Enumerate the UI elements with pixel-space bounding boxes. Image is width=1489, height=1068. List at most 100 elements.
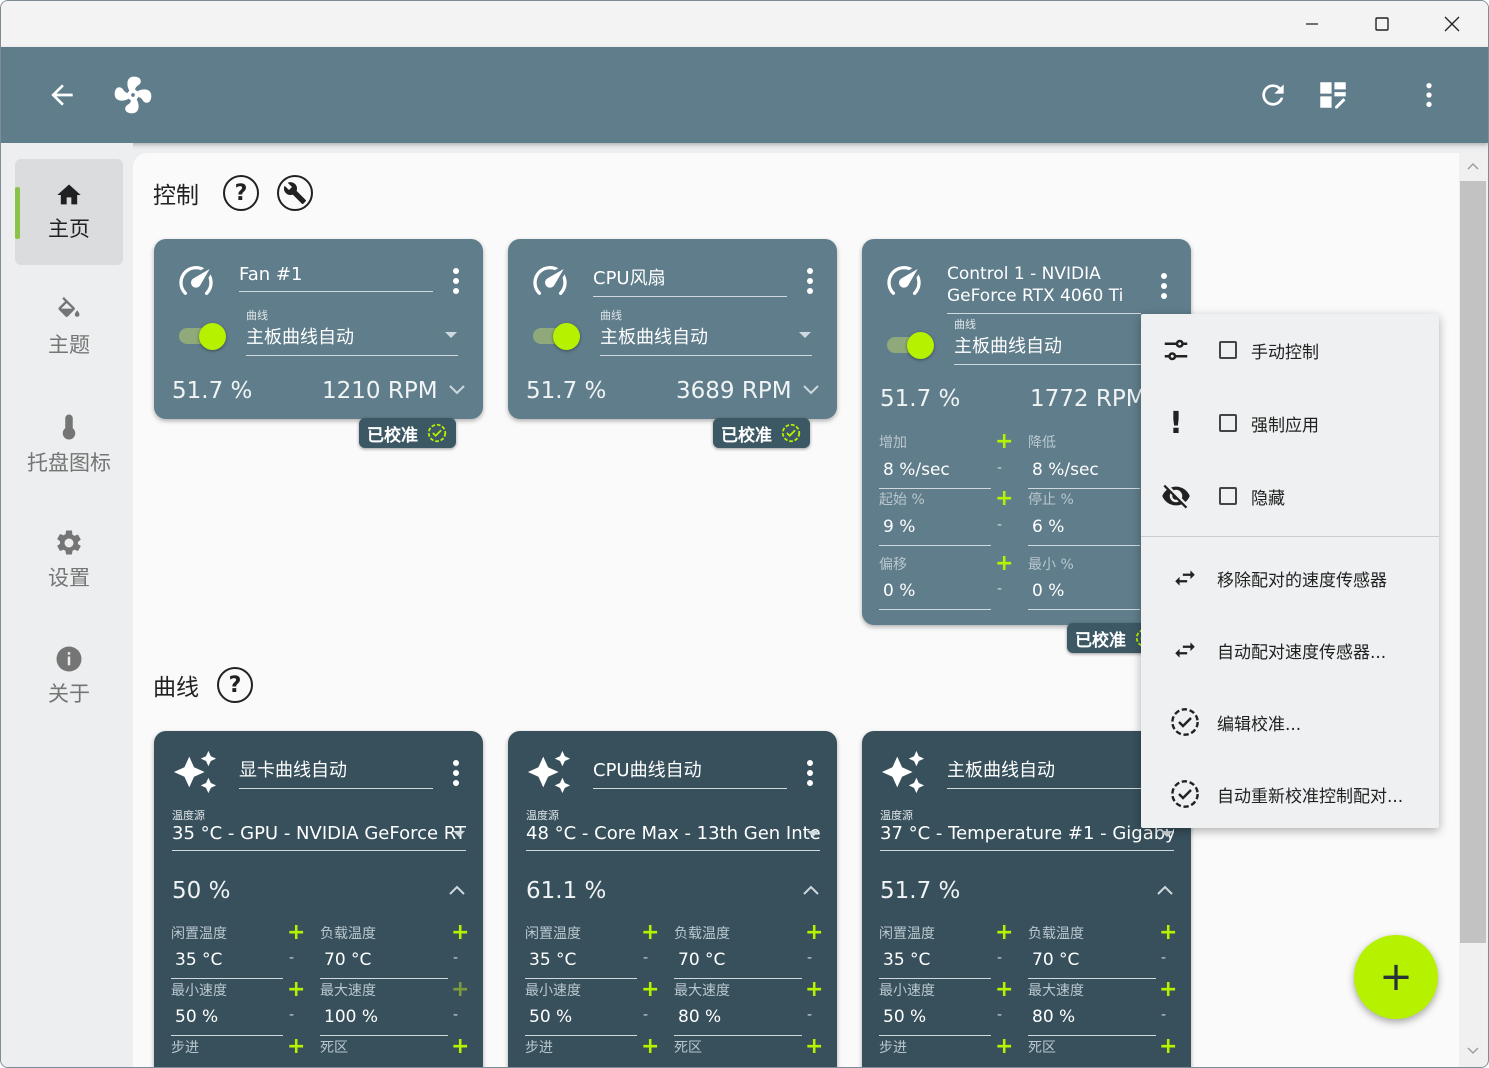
expand-chevron-icon[interactable] <box>448 384 466 396</box>
control-menu-button[interactable] <box>807 268 813 294</box>
menu-item-force-apply[interactable]: ! 强制应用 <box>1141 393 1439 453</box>
control-menu-button[interactable] <box>453 268 459 294</box>
dashboard-edit-button[interactable] <box>1309 71 1357 119</box>
max-speed-minus-button[interactable]: - <box>1161 1007 1166 1023</box>
nav-item-theme[interactable]: 主题 <box>15 275 123 381</box>
control-enable-toggle[interactable] <box>179 323 227 350</box>
field-value-offset[interactable]: 0 % <box>879 581 991 610</box>
add-button[interactable]: + <box>1354 935 1438 1019</box>
controls-tools-button[interactable] <box>277 175 313 211</box>
idle-temp-plus-button[interactable]: + <box>995 922 1013 944</box>
field-value-min-speed[interactable]: 50 % <box>879 1007 991 1036</box>
temperature-source-select[interactable]: 35 °C - GPU - NVIDIA GeForce RTX 4060 Ti <box>172 823 466 851</box>
field-value-increase[interactable]: 8 %/sec <box>879 460 991 489</box>
collapse-chevron-icon[interactable] <box>802 884 820 896</box>
field-value-min-speed[interactable]: 50 % <box>171 1007 283 1036</box>
increase-minus-button[interactable]: - <box>997 460 1002 476</box>
deadband-plus-button[interactable]: + <box>451 1036 469 1058</box>
field-value-start[interactable]: 9 % <box>879 517 991 546</box>
scroll-down-icon[interactable] <box>1466 1046 1480 1056</box>
start-minus-button[interactable]: - <box>997 517 1002 533</box>
curve-select[interactable]: 主板曲线自动 <box>600 323 812 356</box>
field-value-idle-temp[interactable]: 35 °C <box>525 950 637 979</box>
deadband-plus-button[interactable]: + <box>805 1036 823 1058</box>
manual-control-checkbox[interactable] <box>1219 341 1237 359</box>
curve-select[interactable]: 主板曲线自动 <box>954 332 1166 365</box>
menu-item-edit-calibration[interactable]: 编辑校准... <box>1141 692 1439 752</box>
increase-plus-button[interactable]: + <box>995 431 1013 453</box>
close-button[interactable] <box>1417 1 1487 47</box>
field-value-load-temp[interactable]: 70 °C <box>320 950 448 979</box>
curve-name[interactable]: 显卡曲线自动 <box>239 756 433 789</box>
curve-name[interactable]: 主板曲线自动 <box>947 756 1141 789</box>
expand-chevron-icon[interactable] <box>802 384 820 396</box>
min-speed-plus-button[interactable]: + <box>995 979 1013 1001</box>
field-value-decrease[interactable]: 8 %/sec <box>1028 460 1140 489</box>
temperature-source-select[interactable]: 48 °C - Core Max - 13th Gen Intel Core <box>526 823 820 851</box>
field-value-stop[interactable]: 6 % <box>1028 517 1140 546</box>
idle-temp-plus-button[interactable]: + <box>287 922 305 944</box>
temperature-source-select[interactable]: 37 °C - Temperature #1 - Gigabyte <box>880 823 1174 851</box>
maximize-button[interactable] <box>1347 1 1417 47</box>
load-temp-plus-button[interactable]: + <box>805 922 823 944</box>
control-enable-toggle[interactable] <box>887 332 935 359</box>
collapse-chevron-icon[interactable] <box>1156 884 1174 896</box>
field-value-min-speed[interactable]: 50 % <box>525 1007 637 1036</box>
scrollbar-thumb[interactable] <box>1460 181 1486 943</box>
menu-item-hide[interactable]: 隐藏 <box>1141 466 1439 526</box>
min-speed-minus-button[interactable]: - <box>643 1007 648 1023</box>
step-plus-button[interactable]: + <box>287 1036 305 1058</box>
max-speed-plus-button[interactable]: + <box>805 979 823 1001</box>
control-card-cpu-fan[interactable]: CPU风扇 曲线 主板曲线自动 51.7 % 3689 RPM <box>508 239 837 419</box>
offset-plus-button[interactable]: + <box>995 553 1013 575</box>
field-value-idle-temp[interactable]: 35 °C <box>879 950 991 979</box>
load-temp-minus-button[interactable]: - <box>453 950 458 966</box>
force-apply-checkbox[interactable] <box>1219 414 1237 432</box>
idle-temp-minus-button[interactable]: - <box>997 950 1002 966</box>
load-temp-minus-button[interactable]: - <box>807 950 812 966</box>
control-menu-button[interactable] <box>1161 273 1167 299</box>
back-button[interactable] <box>38 71 86 119</box>
field-value-max-speed[interactable]: 80 % <box>674 1007 802 1036</box>
max-speed-minus-button[interactable]: - <box>453 1007 458 1023</box>
max-speed-plus-button[interactable]: + <box>1159 979 1177 1001</box>
load-temp-plus-button[interactable]: + <box>451 922 469 944</box>
min-speed-minus-button[interactable]: - <box>997 1007 1002 1023</box>
menu-item-manual-control[interactable]: 手动控制 <box>1141 320 1439 380</box>
curves-help-button[interactable]: ? <box>217 667 253 703</box>
field-value-load-temp[interactable]: 70 °C <box>1028 950 1156 979</box>
min-speed-plus-button[interactable]: + <box>287 979 305 1001</box>
field-value-max-speed[interactable]: 80 % <box>1028 1007 1156 1036</box>
nav-item-about[interactable]: 关于 <box>15 623 123 729</box>
step-plus-button[interactable]: + <box>641 1036 659 1058</box>
field-value-min[interactable]: 0 % <box>1028 581 1140 610</box>
control-name[interactable]: CPU风扇 <box>593 264 787 297</box>
controls-help-button[interactable]: ? <box>223 175 259 211</box>
curve-menu-button[interactable] <box>807 760 813 786</box>
idle-temp-minus-button[interactable]: - <box>643 950 648 966</box>
load-temp-plus-button[interactable]: + <box>1159 922 1177 944</box>
control-enable-toggle[interactable] <box>533 323 581 350</box>
curve-select[interactable]: 主板曲线自动 <box>246 323 458 356</box>
refresh-button[interactable] <box>1249 71 1297 119</box>
control-name[interactable]: Control 1 - NVIDIA GeForce RTX 4060 Ti <box>947 263 1141 314</box>
nav-item-home[interactable]: 主页 <box>15 159 123 265</box>
idle-temp-minus-button[interactable]: - <box>289 950 294 966</box>
step-plus-button[interactable]: + <box>995 1036 1013 1058</box>
control-name[interactable]: Fan #1 <box>239 264 433 292</box>
curve-name[interactable]: CPU曲线自动 <box>593 756 787 789</box>
nav-item-settings[interactable]: 设置 <box>15 507 123 613</box>
minimize-button[interactable] <box>1277 1 1347 47</box>
field-value-load-temp[interactable]: 70 °C <box>674 950 802 979</box>
collapse-chevron-icon[interactable] <box>448 884 466 896</box>
max-speed-minus-button[interactable]: - <box>807 1007 812 1023</box>
load-temp-minus-button[interactable]: - <box>1161 950 1166 966</box>
start-plus-button[interactable]: + <box>995 488 1013 510</box>
scroll-up-icon[interactable] <box>1466 161 1480 171</box>
curve-menu-button[interactable] <box>453 760 459 786</box>
nav-item-tray-icon[interactable]: 托盘图标 <box>15 391 123 497</box>
deadband-plus-button[interactable]: + <box>1159 1036 1177 1058</box>
field-value-max-speed[interactable]: 100 % <box>320 1007 448 1036</box>
curve-card-cpu[interactable]: CPU曲线自动 温度源 48 °C - Core Max - 13th Gen … <box>508 731 837 1067</box>
field-value-idle-temp[interactable]: 35 °C <box>171 950 283 979</box>
